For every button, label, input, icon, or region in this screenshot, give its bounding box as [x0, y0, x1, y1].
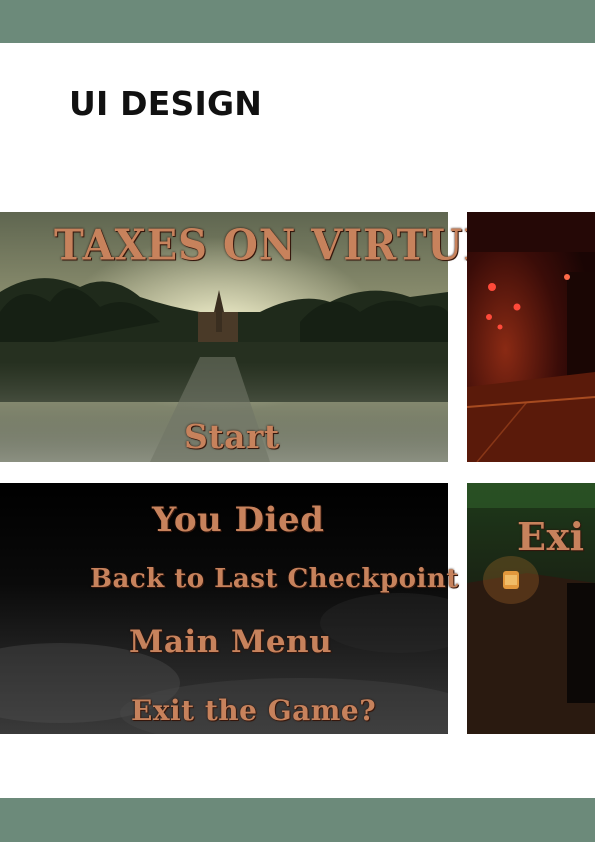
page-title: UI DESIGN: [69, 84, 263, 123]
game-title: TAXES ON VIRTUE: [54, 220, 495, 271]
red-dungeon-scene: [467, 212, 595, 462]
start-button[interactable]: Start: [184, 417, 280, 456]
exit-game-button[interactable]: Exit the Game?: [131, 694, 376, 727]
back-to-checkpoint-button[interactable]: Back to Last Checkpoint: [90, 564, 459, 594]
exit-heading: Exi: [517, 514, 585, 559]
death-screen-screenshot: You Died Back to Last Checkpoint Main Me…: [0, 483, 459, 734]
exit-screen-screenshot: Exi: [467, 483, 595, 734]
main-menu-button[interactable]: Main Menu: [129, 624, 332, 660]
bottom-band: [0, 798, 595, 842]
title-screen-screenshot: TAXES ON VIRTUE Start: [0, 212, 495, 462]
you-died-heading: You Died: [152, 500, 325, 540]
dungeon-screenshot: [467, 212, 595, 462]
top-band: [0, 0, 595, 43]
